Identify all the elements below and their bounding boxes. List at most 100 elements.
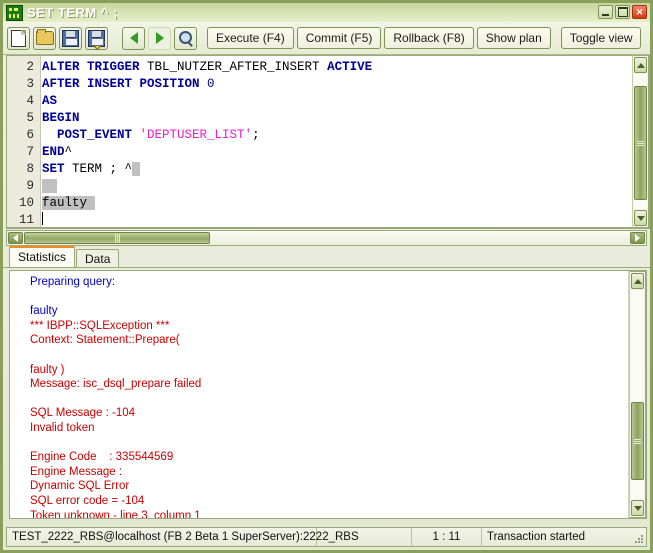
stats-vscroll-track[interactable] bbox=[631, 290, 644, 499]
statistics-line: SQL Message : -104 bbox=[30, 407, 136, 420]
editor-hscroll-track[interactable] bbox=[24, 231, 629, 245]
statistics-line: Context: Statement::Prepare( bbox=[30, 334, 180, 347]
back-arrow-icon bbox=[129, 32, 138, 44]
code-token: AFTER INSERT POSITION bbox=[42, 77, 208, 91]
show-plan-button[interactable]: Show plan bbox=[476, 27, 551, 49]
stats-scroll-up-button[interactable] bbox=[631, 273, 644, 289]
line-number: 2 bbox=[26, 60, 34, 74]
code-token: AS bbox=[42, 94, 58, 108]
code-token: TERM ; ^ bbox=[64, 162, 133, 176]
tab-statistics[interactable]: Statistics bbox=[9, 246, 76, 267]
save-as-button[interactable] bbox=[85, 26, 108, 50]
code-text bbox=[40, 212, 43, 227]
forward-arrow-icon bbox=[155, 32, 164, 44]
toolbar: Execute (F4) Commit (F5) Rollback (F8) S… bbox=[3, 22, 650, 55]
status-cursor-position: 1 : 11 bbox=[412, 528, 482, 546]
sql-editor-area: 2 ALTER TRIGGER TBL_NUTZER_AFTER_INSERT A… bbox=[6, 55, 650, 229]
resize-gripper-icon[interactable] bbox=[634, 534, 644, 544]
code-text: SET TERM ; ^ bbox=[40, 161, 140, 178]
toggle-view-button[interactable]: Toggle view bbox=[560, 27, 642, 49]
text-caret bbox=[42, 212, 43, 225]
code-token: 0 bbox=[207, 77, 215, 91]
line-number: 3 bbox=[26, 77, 34, 91]
code-lines: 2 ALTER TRIGGER TBL_NUTZER_AFTER_INSERT A… bbox=[7, 56, 632, 227]
stats-scroll-down-button[interactable] bbox=[631, 500, 644, 516]
code-line: 7 END^ bbox=[7, 144, 632, 161]
execute-button[interactable]: Execute (F4) bbox=[207, 27, 294, 49]
code-text: POST_EVENT 'DEPTUSER_LIST'; bbox=[40, 127, 260, 144]
code-text bbox=[40, 178, 58, 195]
statistics-vertical-scrollbar[interactable] bbox=[629, 271, 646, 518]
code-token: POST_EVENT bbox=[42, 128, 140, 142]
title-bar[interactable]: SET TERM ^ ; ✕ bbox=[3, 3, 650, 22]
statistics-output[interactable]: Preparing query: faulty *** IBPP::SQLExcep… bbox=[10, 271, 629, 518]
code-text: faulty bbox=[40, 195, 95, 212]
line-number: 4 bbox=[26, 94, 34, 108]
window-controls: ✕ bbox=[598, 5, 647, 19]
code-token: ^ bbox=[64, 145, 73, 159]
editor-hscroll-thumb[interactable] bbox=[24, 232, 210, 244]
editor-vertical-scrollbar[interactable] bbox=[632, 55, 649, 228]
status-transaction: Transaction started bbox=[482, 528, 646, 546]
new-document-button[interactable] bbox=[7, 26, 30, 50]
line-number: 7 bbox=[26, 145, 34, 159]
forward-button[interactable] bbox=[148, 26, 171, 50]
code-token: ; bbox=[252, 128, 260, 142]
scroll-left-button[interactable] bbox=[8, 232, 23, 244]
statistics-line: Engine Code : 335544569 bbox=[30, 451, 174, 464]
code-line: 2 ALTER TRIGGER TBL_NUTZER_AFTER_INSERT A… bbox=[7, 59, 632, 76]
open-button[interactable] bbox=[33, 26, 56, 50]
statistics-line: Engine Message : bbox=[30, 465, 123, 478]
editor-vscroll-track[interactable] bbox=[634, 74, 647, 209]
code-token: TBL_NUTZER_AFTER_INSERT bbox=[147, 60, 328, 74]
editor-horizontal-scrollbar[interactable] bbox=[6, 230, 647, 246]
code-line: 6 POST_EVENT 'DEPTUSER_LIST'; bbox=[7, 127, 632, 144]
line-number: 9 bbox=[26, 179, 34, 193]
statistics-line: Invalid token bbox=[30, 421, 95, 434]
maximize-button[interactable] bbox=[615, 5, 630, 19]
code-token bbox=[42, 179, 58, 193]
code-line: 8 SET TERM ; ^ bbox=[7, 161, 632, 178]
save-button[interactable] bbox=[59, 26, 82, 50]
save-icon bbox=[62, 29, 79, 47]
statistics-line bbox=[14, 436, 628, 451]
line-number: 5 bbox=[26, 111, 34, 125]
stats-vscroll-thumb[interactable] bbox=[631, 402, 644, 480]
line-number: 6 bbox=[26, 128, 34, 142]
result-tabs: Statistics Data bbox=[3, 246, 650, 268]
code-line: 3 AFTER INSERT POSITION 0 bbox=[7, 76, 632, 93]
statistics-line: Token unknown - line 3, column 1 bbox=[30, 509, 201, 519]
sql-code-editor[interactable]: 2 ALTER TRIGGER TBL_NUTZER_AFTER_INSERT A… bbox=[6, 55, 632, 228]
code-line: 11 bbox=[7, 212, 632, 227]
scroll-up-button[interactable] bbox=[634, 57, 647, 73]
code-line: 4 AS bbox=[7, 93, 632, 110]
code-line: 5 BEGIN bbox=[7, 110, 632, 127]
code-token: SET bbox=[42, 162, 65, 176]
statistics-line: Preparing query: bbox=[30, 276, 116, 288]
status-blank bbox=[317, 528, 412, 546]
find-button[interactable] bbox=[174, 26, 197, 50]
tab-data[interactable]: Data bbox=[76, 249, 120, 267]
code-text: BEGIN bbox=[40, 110, 80, 127]
code-text: END^ bbox=[40, 144, 72, 161]
back-button[interactable] bbox=[122, 26, 145, 50]
editor-vscroll-thumb[interactable] bbox=[634, 86, 647, 200]
scroll-right-button[interactable] bbox=[630, 232, 645, 244]
status-bar: TEST_2222_RBS@localhost (FB 2 Beta 1 Sup… bbox=[6, 527, 647, 547]
open-folder-icon bbox=[35, 29, 54, 45]
window-title: SET TERM ^ ; bbox=[27, 5, 118, 20]
code-token: END bbox=[42, 145, 65, 159]
statistics-line: Dynamic SQL Error bbox=[30, 480, 130, 493]
code-token: BEGIN bbox=[42, 111, 80, 125]
rollback-button[interactable]: Rollback (F8) bbox=[384, 27, 474, 49]
scroll-down-button[interactable] bbox=[634, 210, 647, 226]
close-button[interactable]: ✕ bbox=[632, 5, 647, 19]
minimize-button[interactable] bbox=[598, 5, 613, 19]
code-token: ALTER TRIGGER bbox=[42, 60, 148, 74]
ibexpert-sql-editor-window: SET TERM ^ ; ✕ Execute (F4) Commit (F5) … bbox=[0, 0, 653, 553]
code-line: 9 bbox=[7, 178, 632, 195]
line-number: 8 bbox=[26, 162, 34, 176]
ibexpert-app-icon bbox=[6, 4, 23, 21]
commit-button[interactable]: Commit (F5) bbox=[296, 27, 382, 49]
line-number: 11 bbox=[18, 213, 34, 227]
